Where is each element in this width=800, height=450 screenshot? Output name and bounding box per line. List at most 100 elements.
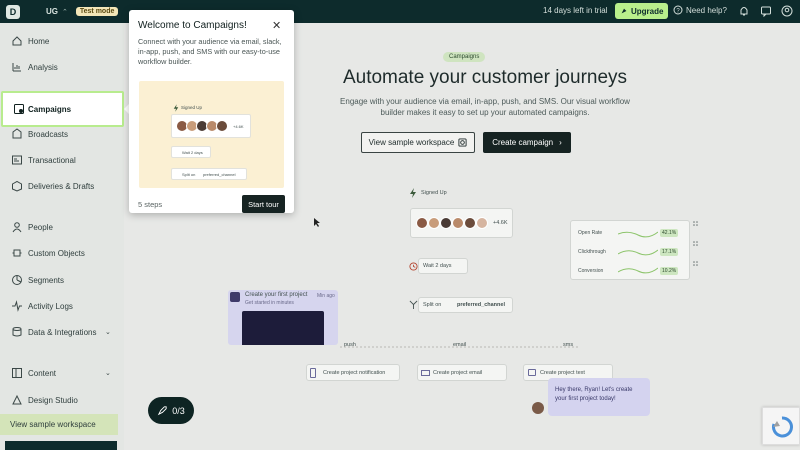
split-step: Split on preferred_channel — [418, 297, 513, 313]
page-title: Automate your customer journeys — [342, 67, 628, 88]
sidebar-item-label: Data & Integrations — [28, 327, 97, 337]
search-icon — [458, 138, 467, 147]
content-icon — [12, 368, 22, 378]
sidebar-item-analysis[interactable]: Analysis — [0, 57, 124, 77]
avatar — [464, 217, 476, 229]
sidebar-item-home[interactable]: Home — [0, 31, 124, 51]
recaptcha-badge[interactable] — [762, 407, 800, 445]
data-icon — [12, 327, 22, 337]
sidebar-item-custom-objects[interactable]: Custom Objects — [0, 243, 124, 263]
sidebar-item-campaigns[interactable]: Campaigns — [1, 91, 124, 127]
sidebar-item-design-studio[interactable]: Design Studio — [0, 390, 124, 410]
sidebar-item-label: Home — [28, 36, 50, 46]
audience-card: +4.6K — [410, 208, 513, 238]
clock-icon — [409, 262, 418, 271]
sidebar-item-label: Content — [28, 368, 57, 378]
sidebar-item-people[interactable]: People — [0, 217, 124, 237]
illus-signed-up: Signed Up — [181, 105, 203, 110]
action-label: Create project text — [540, 370, 585, 376]
sidebar-item-data-integrations[interactable]: Data & Integrations ⌄ — [0, 322, 124, 342]
project-icon — [230, 292, 240, 302]
bell-icon[interactable] — [738, 5, 750, 17]
sidebar-item-label: Campaigns — [28, 104, 72, 114]
popover-body: Connect with your audience via email, sl… — [138, 37, 282, 66]
connector-lines — [340, 346, 580, 348]
popover-title: Welcome to Campaigns! — [138, 20, 247, 31]
page-subtitle: Engage with your audience via email, in-… — [340, 97, 630, 117]
workspace-switch-icon[interactable]: ⌃ — [62, 8, 68, 16]
onboarding-progress-button[interactable]: 0/3 — [148, 397, 194, 424]
split-icon — [409, 300, 418, 309]
people-icon — [12, 222, 22, 233]
sidebar-item-deliveries[interactable]: Deliveries & Drafts — [0, 176, 124, 196]
campaigns-icon — [14, 104, 24, 114]
sidebar-item-broadcasts[interactable]: Broadcasts — [0, 124, 124, 144]
action-email: Create project email — [417, 364, 507, 381]
chevron-down-icon[interactable]: ⌄ — [105, 328, 111, 336]
avatar — [440, 217, 452, 229]
objects-icon — [12, 249, 22, 257]
create-campaign-button[interactable]: Create campaign › — [483, 132, 571, 153]
avatar — [428, 217, 440, 229]
stat-value: 10.2% — [660, 267, 679, 275]
illus-wait-label: Wait 2 days — [182, 150, 203, 155]
sample-button-label: View sample workspace — [368, 138, 455, 147]
split-label: Split on — [423, 302, 442, 308]
chevron-down-icon[interactable]: ⌄ — [105, 369, 111, 377]
sidebar-item-label: Design Studio — [28, 395, 78, 405]
campaigns-pill: Campaigns — [443, 52, 486, 62]
activity-icon — [12, 300, 22, 312]
stat-value: 42.1% — [660, 229, 679, 237]
start-tour-button[interactable]: Start tour — [242, 195, 285, 213]
upgrade-label: Upgrade — [631, 6, 664, 16]
view-sample-workspace-link[interactable]: View sample workspace — [0, 414, 118, 435]
design-icon — [12, 394, 22, 405]
sidebar-item-activity-logs[interactable]: Activity Logs — [0, 296, 124, 316]
broadcasts-icon — [12, 128, 22, 139]
upgrade-button[interactable]: Upgrade — [615, 3, 669, 19]
rocket-icon — [158, 406, 167, 416]
cursor-icon — [314, 218, 320, 227]
sidebar-item-label: Analysis — [28, 62, 58, 72]
segments-icon — [12, 275, 22, 285]
project-time: Min ago — [317, 293, 335, 299]
split-attribute: preferred_channel — [457, 302, 505, 308]
sidebar-item-label: Transactional — [28, 155, 76, 165]
mail-icon — [421, 370, 430, 376]
sidebar-item-label: Segments — [28, 275, 65, 285]
tour-steps: 5 steps — [138, 200, 163, 209]
close-icon[interactable]: ✕ — [272, 19, 281, 32]
avatar — [216, 120, 228, 132]
welcome-popover: Welcome to Campaigns! ✕ Connect with you… — [129, 10, 294, 213]
create-button-label: Create campaign — [492, 138, 554, 147]
wait-step: Wait 2 days — [418, 258, 468, 274]
view-sample-workspace-button[interactable]: View sample workspace — [361, 132, 475, 153]
lightning-icon — [173, 104, 179, 112]
lightning-icon — [410, 188, 416, 198]
wait-label: Wait 2 days — [423, 263, 452, 269]
illus-wait: Wait 2 days — [171, 146, 211, 158]
help-button[interactable]: ? Need help? — [673, 5, 727, 15]
help-label: Need help? — [686, 5, 727, 15]
action-label: Create project notification — [323, 370, 386, 376]
test-mode-badge[interactable]: Test mode — [75, 7, 119, 16]
recaptcha-icon — [772, 416, 793, 438]
sidebar-item-transactional[interactable]: Transactional — [0, 150, 124, 170]
deliveries-icon — [12, 180, 22, 192]
phone-icon — [310, 368, 316, 378]
illus-split: Split on preferred_channel — [171, 168, 247, 180]
sidebar-item-segments[interactable]: Segments — [0, 270, 124, 290]
action-label: Create project email — [433, 370, 483, 376]
profile-icon[interactable] — [781, 5, 793, 17]
stat-label: Clickthrough — [578, 249, 606, 255]
workspace-name[interactable]: UG — [46, 7, 58, 16]
onboarding-progress: 0/3 — [172, 405, 185, 416]
project-preview — [242, 311, 324, 345]
sidebar-item-label: Deliveries & Drafts — [28, 181, 95, 191]
sidebar-item-label: Activity Logs — [28, 301, 73, 311]
illus-more: +4.6K — [233, 124, 244, 129]
app-logo[interactable]: D — [6, 4, 20, 19]
chat-icon[interactable] — [760, 5, 772, 17]
sidebar-item-content[interactable]: Content ⌄ — [0, 363, 124, 383]
action-notification: Create project notification — [306, 364, 400, 381]
